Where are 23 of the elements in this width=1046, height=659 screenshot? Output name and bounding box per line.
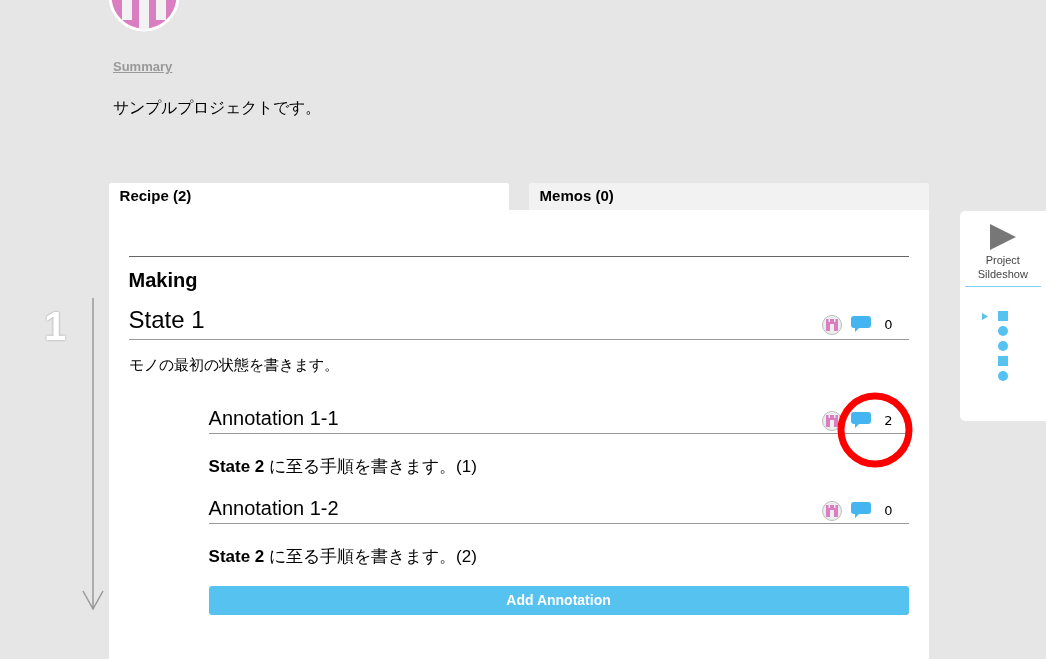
section-title: Making <box>128 268 199 293</box>
comment-icon[interactable] <box>850 501 873 521</box>
annotation-text: State 2 に至る手順を書きます。(2) <box>208 546 478 568</box>
slideshow-label[interactable]: Project Sildeshow <box>977 253 1028 281</box>
state-title: State 1 <box>128 305 205 335</box>
comment-icon[interactable] <box>850 410 873 431</box>
avatar-icon <box>822 315 843 335</box>
slide-nav-square[interactable] <box>997 356 1008 366</box>
tab[interactable]: Memos (0) <box>528 183 929 210</box>
summary-text: サンプルプロジェクトです。 <box>113 97 322 119</box>
annotation-text: State 2 に至る手順を書きます。(1) <box>208 455 478 478</box>
avatar-icon <box>822 501 843 521</box>
play-icon[interactable] <box>988 223 1017 251</box>
comment-count: 2 <box>884 411 893 430</box>
annotation-title: Annotation 1-2 <box>208 496 339 521</box>
tab[interactable]: Recipe (2) <box>108 183 509 210</box>
comment-icon[interactable] <box>850 315 873 335</box>
comment-count: 0 <box>884 316 893 335</box>
state-description: モノの最初の状態を書きます。 <box>128 355 340 376</box>
avatar-icon <box>822 410 843 431</box>
comment-count: 0 <box>884 502 893 521</box>
slide-nav-square[interactable] <box>997 311 1008 321</box>
annotation-title: Annotation 1-1 <box>208 405 339 431</box>
